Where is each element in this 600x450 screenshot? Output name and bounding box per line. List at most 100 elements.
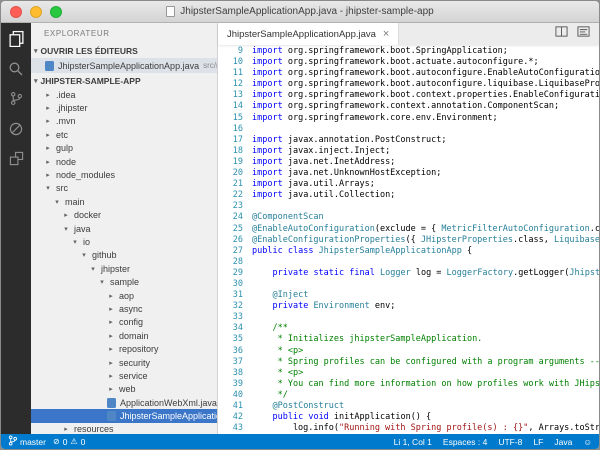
code-line-35[interactable]: 35 * Initializes jhipsterSampleApplicati…	[218, 334, 599, 345]
code-line-10[interactable]: 10import org.springframework.boot.actuat…	[218, 57, 599, 68]
open-editors-header-label: OUVRIR LES ÉDITEURS	[41, 46, 138, 56]
line-number: 12	[218, 79, 252, 90]
code-line-31[interactable]: 31 @Inject	[218, 290, 599, 301]
project-root-header[interactable]: ▾ JHIPSTER-SAMPLE-APP	[31, 73, 217, 88]
tree-folder-repository[interactable]: ▸repository	[31, 342, 217, 355]
code-text: log.info("Running with Spring profile(s)…	[252, 423, 599, 434]
cursor-position-status[interactable]: Li 1, Col 1	[394, 437, 432, 447]
warning-count: 0	[81, 437, 86, 447]
open-editors-header[interactable]: ▾ OUVRIR LES ÉDITEURS	[31, 43, 217, 58]
code-line-16[interactable]: 16	[218, 124, 599, 135]
code-line-27[interactable]: 27public class JhipsterSampleApplication…	[218, 246, 599, 257]
code-line-42[interactable]: 42 public void initApplication() {	[218, 412, 599, 423]
code-line-32[interactable]: 32 private Environment env;	[218, 301, 599, 312]
tree-folder-github[interactable]: ▾github	[31, 249, 217, 262]
code-line-13[interactable]: 13import org.springframework.boot.contex…	[218, 90, 599, 101]
tree-folder-gulp[interactable]: ▸gulp	[31, 142, 217, 155]
code-line-41[interactable]: 41 @PostConstruct	[218, 401, 599, 412]
code-line-34[interactable]: 34 /**	[218, 323, 599, 334]
tree-folder-node[interactable]: ▸node	[31, 155, 217, 168]
tree-folder-node_modules[interactable]: ▸node_modules	[31, 168, 217, 181]
indentation-status[interactable]: Espaces : 4	[443, 437, 487, 447]
problems-status[interactable]: ⊘ 0 ⚠ 0	[53, 437, 85, 447]
eol-status[interactable]: LF	[533, 437, 543, 447]
tree-folder-security[interactable]: ▸security	[31, 356, 217, 369]
code-line-9[interactable]: 9import org.springframework.boot.SpringA…	[218, 46, 599, 57]
tree-folder-resources[interactable]: ▸resources	[31, 423, 217, 434]
code-line-21[interactable]: 21import java.util.Arrays;	[218, 179, 599, 190]
activity-source-control-button[interactable]	[1, 86, 31, 116]
code-line-36[interactable]: 36 * <p>	[218, 346, 599, 357]
tree-folder-config[interactable]: ▸config	[31, 316, 217, 329]
close-window-button[interactable]	[10, 6, 22, 18]
line-number: 9	[218, 46, 252, 57]
activity-search-button[interactable]	[1, 56, 31, 86]
tree-folder-main[interactable]: ▾main	[31, 195, 217, 208]
code-line-26[interactable]: 26@EnableConfigurationProperties({ JHips…	[218, 235, 599, 246]
tree-folder-jhipster[interactable]: ▾jhipster	[31, 262, 217, 275]
close-tab-icon[interactable]: ×	[383, 29, 389, 40]
tree-folder-aop[interactable]: ▸aop	[31, 289, 217, 302]
code-line-37[interactable]: 37 * Spring profiles can be configured w…	[218, 357, 599, 368]
tree-folder-web[interactable]: ▸web	[31, 383, 217, 396]
code-line-30[interactable]: 30	[218, 279, 599, 290]
feedback-smiley-icon[interactable]: ☺	[583, 437, 592, 447]
tree-file-JhipsterSampleApplicationApp.java[interactable]: JhipsterSampleApplicationApp.java	[31, 409, 217, 422]
tree-item-label: web	[119, 384, 136, 394]
code-line-38[interactable]: 38 * <p>	[218, 368, 599, 379]
code-line-39[interactable]: 39 * You can find more information on ho…	[218, 379, 599, 390]
git-branch-status[interactable]: master	[8, 435, 46, 448]
tree-item-label: github	[92, 250, 117, 260]
split-editor-icon[interactable]	[555, 25, 568, 43]
code-line-18[interactable]: 18import javax.inject.Inject;	[218, 146, 599, 157]
tree-file-ApplicationWebXml.java[interactable]: ApplicationWebXml.java	[31, 396, 217, 409]
code-text: import javax.annotation.PostConstruct;	[252, 135, 599, 146]
code-line-43[interactable]: 43 log.info("Running with Spring profile…	[218, 423, 599, 434]
tree-item-label: config	[119, 317, 143, 327]
code-line-28[interactable]: 28	[218, 257, 599, 268]
tree-item-label: jhipster	[101, 264, 130, 274]
tree-folder-domain[interactable]: ▸domain	[31, 329, 217, 342]
code-line-29[interactable]: 29 private static final Logger log = Log…	[218, 268, 599, 279]
code-line-25[interactable]: 25@EnableAutoConfiguration(exclude = { M…	[218, 224, 599, 235]
zoom-window-button[interactable]	[50, 6, 62, 18]
code-line-19[interactable]: 19import java.net.InetAddress;	[218, 157, 599, 168]
code-line-17[interactable]: 17import javax.annotation.PostConstruct;	[218, 135, 599, 146]
tree-folder-.mvn[interactable]: ▸.mvn	[31, 115, 217, 128]
tree-folder-java[interactable]: ▾java	[31, 222, 217, 235]
code-line-40[interactable]: 40 */	[218, 390, 599, 401]
code-line-14[interactable]: 14import org.springframework.context.ann…	[218, 101, 599, 112]
tab-jhipster-sample-application-app[interactable]: JhipsterSampleApplicationApp.java ×	[218, 23, 399, 45]
minimize-window-button[interactable]	[30, 6, 42, 18]
chevron-down-icon: ▾	[44, 184, 52, 192]
tree-folder-src[interactable]: ▾src	[31, 182, 217, 195]
activity-debug-button[interactable]	[1, 116, 31, 146]
tree-folder-async[interactable]: ▸async	[31, 302, 217, 315]
tree-folder-io[interactable]: ▾io	[31, 235, 217, 248]
encoding-status[interactable]: UTF-8	[498, 437, 522, 447]
code-line-24[interactable]: 24@ComponentScan	[218, 212, 599, 223]
tree-folder-.jhipster[interactable]: ▸.jhipster	[31, 101, 217, 114]
tree-folder-etc[interactable]: ▸etc	[31, 128, 217, 141]
code-line-23[interactable]: 23	[218, 201, 599, 212]
code-line-12[interactable]: 12import org.springframework.boot.autoco…	[218, 79, 599, 90]
more-actions-icon[interactable]	[577, 25, 590, 43]
code-text	[252, 124, 599, 135]
code-line-15[interactable]: 15import org.springframework.core.env.En…	[218, 113, 599, 124]
code-text: import java.net.InetAddress;	[252, 157, 599, 168]
tree-folder-sample[interactable]: ▾sample	[31, 275, 217, 288]
code-line-20[interactable]: 20import java.net.UnknownHostException;	[218, 168, 599, 179]
activity-extensions-button[interactable]	[1, 146, 31, 176]
line-number: 19	[218, 157, 252, 168]
language-mode-status[interactable]: Java	[554, 437, 572, 447]
line-number: 40	[218, 390, 252, 401]
tree-folder-docker[interactable]: ▸docker	[31, 209, 217, 222]
code-line-33[interactable]: 33	[218, 312, 599, 323]
activity-explorer-button[interactable]	[1, 26, 31, 56]
code-line-22[interactable]: 22import java.util.Collection;	[218, 190, 599, 201]
code-line-11[interactable]: 11import org.springframework.boot.autoco…	[218, 68, 599, 79]
tree-folder-.idea[interactable]: ▸.idea	[31, 88, 217, 101]
line-number: 21	[218, 179, 252, 190]
tree-folder-service[interactable]: ▸service	[31, 369, 217, 382]
open-editor-item[interactable]: JhipsterSampleApplicationApp.java src/m.…	[31, 58, 217, 73]
